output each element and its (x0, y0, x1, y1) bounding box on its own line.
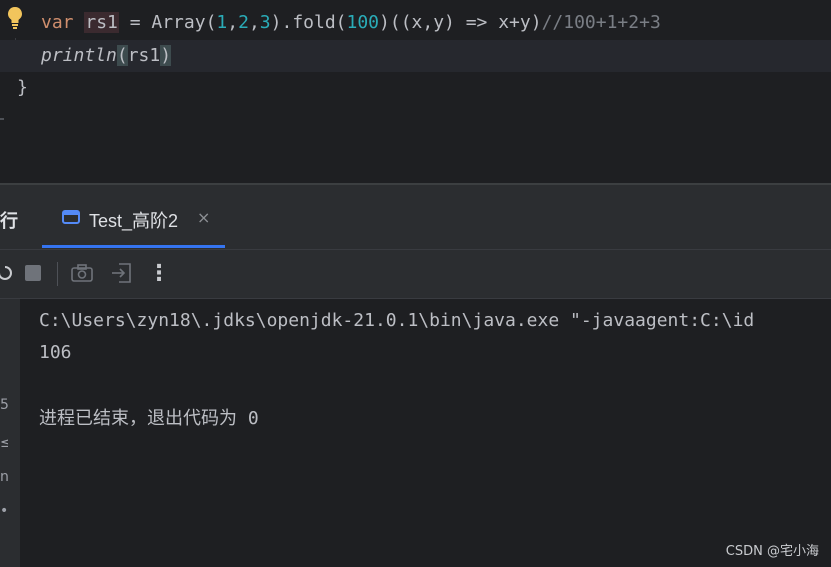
strip-glyph: ≤ (0, 435, 8, 451)
number-literal: 1 (216, 12, 228, 33)
closing-brace: } (17, 77, 28, 98)
code-line-1[interactable]: var rs1 = Array(1,2,3).fold(100)((x,y) =… (0, 7, 831, 39)
strip-glyph: n (0, 469, 8, 485)
code-text: , (248, 12, 260, 33)
paren-close: ) (160, 45, 172, 66)
tab-label: Test_高阶2 (89, 211, 179, 231)
run-config-icon (62, 210, 80, 224)
code-line-3[interactable]: } (0, 72, 831, 104)
console-result-line: 106 (39, 342, 72, 363)
paren-open: ( (116, 45, 128, 66)
code-text: = Array( (118, 12, 217, 33)
stop-icon[interactable] (20, 260, 46, 286)
console-output[interactable]: C:\Users\zyn18\.jdks\openjdk-21.0.1\bin\… (20, 299, 831, 567)
code-text: , (227, 12, 239, 33)
number-literal: 2 (238, 12, 249, 33)
screenshot-icon[interactable] (69, 260, 95, 286)
tool-window-title: 行 (0, 211, 18, 231)
keyword-var: var (41, 12, 74, 33)
code-line-2[interactable]: println(rs1) (0, 40, 831, 72)
exit-icon[interactable] (109, 260, 135, 286)
toolbar-separator (57, 262, 58, 286)
rerun-icon[interactable] (0, 260, 18, 286)
code-editor[interactable]: var rs1 = Array(1,2,3).fold(100)((x,y) =… (0, 0, 831, 183)
variable-rs1: rs1 (84, 12, 119, 33)
strip-glyph: • (0, 503, 8, 519)
number-literal: 100 (346, 12, 380, 33)
console-command-line: C:\Users\zyn18\.jdks\openjdk-21.0.1\bin\… (39, 310, 755, 331)
code-text: ).fold( (270, 12, 347, 33)
run-toolbar: ⋮ (0, 250, 831, 298)
function-println: println (41, 45, 117, 66)
code-text: )((x,y) => x+y) (379, 12, 542, 33)
number-literal: 3 (259, 12, 271, 33)
tab-active-indicator (42, 245, 225, 248)
strip-glyph: 5 (0, 397, 8, 413)
watermark: CSDN @宅小海 (725, 544, 819, 559)
gutter-marker (0, 118, 4, 120)
more-icon[interactable]: ⋮ (146, 260, 172, 286)
code-comment: //100+1+2+3 (541, 12, 661, 33)
left-gutter-strip: 5 ≤ n • (0, 299, 20, 567)
console-exit-line: 进程已结束，退出代码为 0 (39, 408, 259, 429)
close-icon[interactable]: × (197, 208, 210, 227)
code-arg: rs1 (127, 45, 161, 66)
panel-divider[interactable] (0, 183, 831, 185)
tab-run-config[interactable]: Test_高阶2 × (42, 198, 225, 248)
run-tool-window: 行 Test_高阶2 × ⋮ 5 ≤ n • C:\Users\zyn18\.j… (0, 183, 831, 567)
